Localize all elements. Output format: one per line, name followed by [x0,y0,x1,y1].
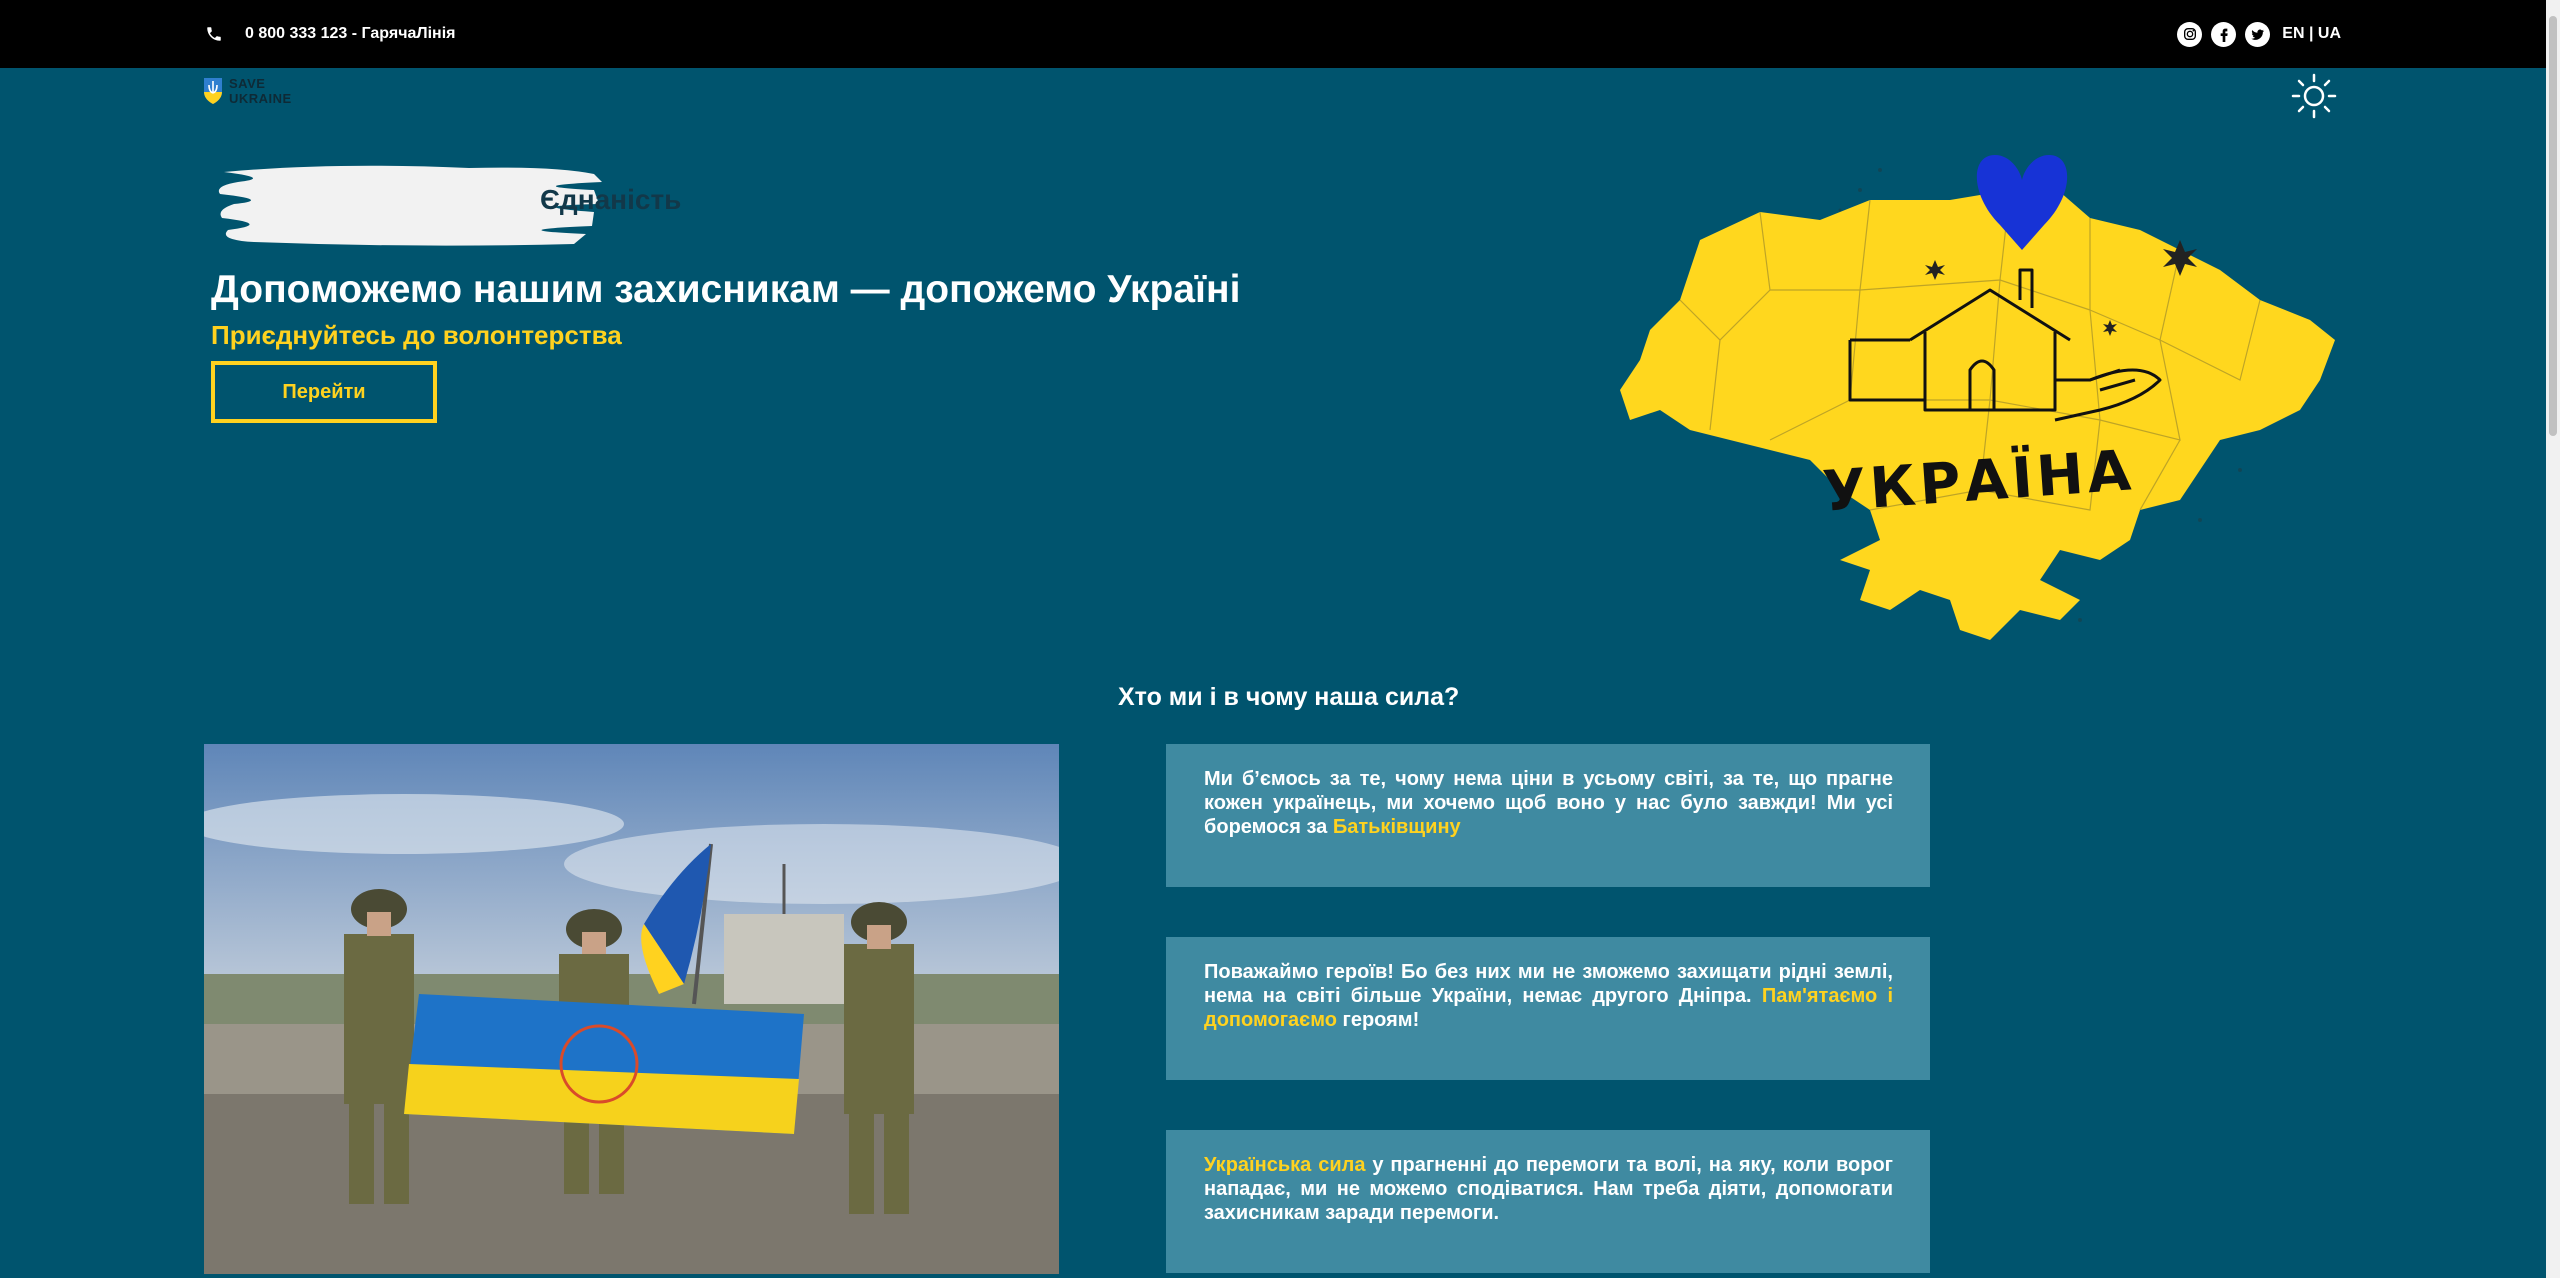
facebook-icon[interactable] [2211,21,2237,47]
sun-icon[interactable] [2290,72,2338,120]
soldiers-photo [204,744,1059,1274]
logo-line-2: UKRAINE [229,91,292,106]
twitter-icon[interactable] [2245,21,2271,47]
ukraine-map-illustration: УКРАЇНА [1620,155,2335,640]
logo[interactable]: SAVE UKRAINE [203,76,292,106]
about-card-2: Поважаймо героїв! Бо без них ми не зможе… [1166,937,1930,1080]
scrollbar[interactable] [2546,0,2560,1278]
card-highlight[interactable]: Батьківщину [1333,816,1461,838]
hotline-text: 0 800 333 123 - ГарячаЛінія [245,25,456,42]
about-card-1: Ми б’ємось за те, чому нема ціни в усьом… [1166,744,1930,887]
card-highlight[interactable]: Українська сила [1204,1154,1365,1176]
go-button[interactable]: Перейти [211,361,437,423]
top-bar: 0 800 333 123 - ГарячаЛінія EN | UA [0,0,2546,68]
scrollbar-thumb[interactable] [2549,16,2557,436]
about-card-3: Українська сила у прагненні до перемоги … [1166,1130,1930,1273]
language-switch[interactable]: EN | UA [2282,25,2341,43]
card-text: Ми б’ємось за те, чому нема ціни в усьом… [1204,768,1893,838]
instagram-icon[interactable] [2177,21,2203,47]
unity-word: Єднаність [540,184,682,215]
hotline[interactable]: 0 800 333 123 - ГарячаЛінія [205,25,456,43]
shield-icon [204,78,222,104]
card-text-after: героям! [1336,1009,1420,1031]
hero-subtitle: Приєднуйтесь до волонтерства [211,320,622,350]
hero-title: Допоможемо нашим захисникам — допожемо У… [211,268,1241,311]
phone-icon [207,27,221,41]
section-title: Хто ми і в чому наша сила? [1118,683,1460,711]
logo-line-1: SAVE [229,76,266,91]
